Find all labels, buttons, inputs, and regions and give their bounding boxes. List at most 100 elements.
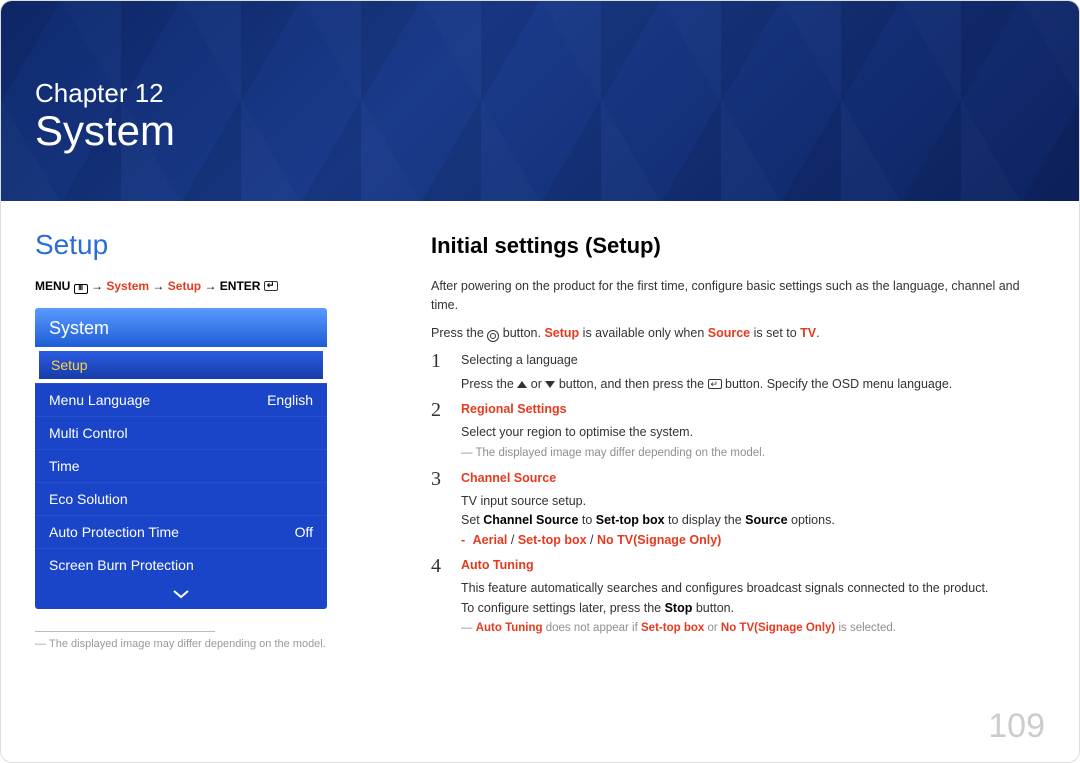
enter-icon	[264, 281, 278, 291]
tv-menu: System Setup Menu Language English Multi…	[35, 308, 327, 609]
text: button, and then press the	[555, 377, 707, 391]
chapter-banner: Chapter 12 System	[1, 1, 1079, 201]
text: To configure settings later, press the	[461, 601, 665, 615]
step-body: Selecting a language Press the or button…	[461, 351, 1045, 394]
step4-title: Auto Tuning	[461, 556, 1045, 575]
stop-word: Stop	[665, 601, 693, 615]
intro-text: After powering on the product for the fi…	[431, 277, 1045, 316]
source-word: Source	[708, 326, 750, 340]
path-menu: MENU	[35, 279, 70, 293]
opt-aerial: Aerial	[473, 533, 508, 547]
chapter-title: System	[35, 107, 1029, 155]
tv-menu-item-value: English	[267, 392, 313, 408]
step-body: Regional Settings Select your region to …	[461, 400, 1045, 463]
step-1: 1 Selecting a language Press the or butt…	[431, 351, 1045, 394]
dash-icon: -	[461, 533, 465, 547]
arrow-icon: →	[91, 279, 103, 293]
tv-menu-item-label: Screen Burn Protection	[49, 557, 194, 573]
page: Chapter 12 System Setup MENU Ⅲ → System …	[0, 0, 1080, 763]
tv-menu-header: System	[35, 308, 327, 347]
stb-word: Set-top box	[641, 622, 704, 634]
step4-body1: This feature automatically searches and …	[461, 579, 1045, 598]
text: button.	[499, 326, 544, 340]
step2-note: The displayed image may differ depending…	[461, 445, 1045, 463]
step-3: 3 Channel Source TV input source setup. …	[431, 469, 1045, 551]
step3-options: - Aerial / Set-top box / No TV(Signage O…	[461, 531, 1045, 550]
tv-menu-scroll-down[interactable]	[35, 581, 327, 609]
arrow-icon: →	[204, 279, 216, 293]
tv-menu-item-label: Eco Solution	[49, 491, 128, 507]
tv-menu-item-time[interactable]: Time	[35, 449, 327, 482]
footnote: ―The displayed image may differ dependin…	[35, 638, 375, 650]
opt-stb: Set-top box	[518, 533, 587, 547]
step2-title: Regional Settings	[461, 400, 1045, 419]
notv-word: No TV(Signage Only)	[721, 622, 835, 634]
opt-notv: No TV(Signage Only)	[597, 533, 721, 547]
text: or	[704, 622, 721, 634]
text: options.	[788, 513, 835, 527]
step-4: 4 Auto Tuning This feature automatically…	[431, 556, 1045, 638]
cs-word: Channel Source	[483, 513, 578, 527]
step-body: Channel Source TV input source setup. Se…	[461, 469, 1045, 551]
tv-menu-item-screenburn[interactable]: Screen Burn Protection	[35, 548, 327, 581]
tv-menu-item-label: Multi Control	[49, 425, 128, 441]
tv-menu-item-label: Setup	[51, 357, 88, 373]
arrow-icon: →	[152, 279, 164, 293]
chapter-label: Chapter 12	[35, 78, 1029, 109]
tv-menu-item-value: Off	[295, 524, 313, 540]
text: button. Specify the OSD menu language.	[722, 377, 953, 391]
right-heading: Initial settings (Setup)	[431, 229, 1045, 263]
tv-menu-item-autoprotection[interactable]: Auto Protection Time Off	[35, 515, 327, 548]
step4-body2: To configure settings later, press the S…	[461, 599, 1045, 618]
content-area: Setup MENU Ⅲ → System → Setup → ENTER Sy…	[1, 201, 1079, 660]
tv-menu-item-setup[interactable]: Setup	[37, 349, 325, 381]
step-body: Auto Tuning This feature automatically s…	[461, 556, 1045, 638]
tv-menu-item-language[interactable]: Menu Language English	[35, 383, 327, 416]
page-number: 109	[988, 707, 1045, 746]
text: Press the	[431, 326, 487, 340]
step1-lead: Selecting a language	[461, 351, 1045, 370]
path-system: System	[106, 279, 149, 293]
footnote-text: The displayed image may differ depending…	[49, 638, 326, 650]
step-number: 4	[431, 556, 447, 638]
tv-word: TV	[800, 326, 816, 340]
footnote-dash-icon: ―	[35, 638, 46, 650]
text: Press the	[461, 377, 517, 391]
text: button.	[692, 601, 734, 615]
tv-menu-item-multicontrol[interactable]: Multi Control	[35, 416, 327, 449]
tv-menu-item-label: Time	[49, 458, 80, 474]
step3-body: TV input source setup.	[461, 492, 1045, 511]
text: is set to	[750, 326, 800, 340]
up-arrow-icon	[517, 381, 527, 388]
menu-path: MENU Ⅲ → System → Setup → ENTER	[35, 279, 375, 294]
section-title: Setup	[35, 229, 375, 261]
text: is available only when	[579, 326, 708, 340]
steps-list: 1 Selecting a language Press the or butt…	[431, 351, 1045, 638]
text: to	[578, 513, 595, 527]
src-word: Source	[745, 513, 787, 527]
path-setup: Setup	[168, 279, 201, 293]
divider	[35, 631, 215, 632]
setup-word: Setup	[544, 326, 579, 340]
down-arrow-icon	[545, 381, 555, 388]
press-line: Press the button. Setup is available onl…	[431, 324, 1045, 343]
step1-body: Press the or button, and then press the …	[461, 375, 1045, 394]
at-word: Auto Tuning	[476, 622, 543, 634]
left-column: Setup MENU Ⅲ → System → Setup → ENTER Sy…	[35, 229, 375, 650]
step3-title: Channel Source	[461, 469, 1045, 488]
chevron-down-icon	[172, 589, 190, 599]
tv-menu-item-label: Auto Protection Time	[49, 524, 179, 540]
step3-setline: Set Channel Source to Set-top box to dis…	[461, 511, 1045, 530]
path-enter: ENTER	[220, 279, 261, 293]
right-column: Initial settings (Setup) After powering …	[431, 229, 1045, 650]
text: to display the	[665, 513, 746, 527]
step-number: 2	[431, 400, 447, 463]
text: is selected.	[835, 622, 896, 634]
text: or	[527, 377, 545, 391]
text: Set	[461, 513, 483, 527]
stb-word: Set-top box	[596, 513, 665, 527]
tv-menu-item-eco[interactable]: Eco Solution	[35, 482, 327, 515]
step-number: 3	[431, 469, 447, 551]
step2-body: Select your region to optimise the syste…	[461, 423, 1045, 442]
menu-icon: Ⅲ	[74, 284, 88, 294]
